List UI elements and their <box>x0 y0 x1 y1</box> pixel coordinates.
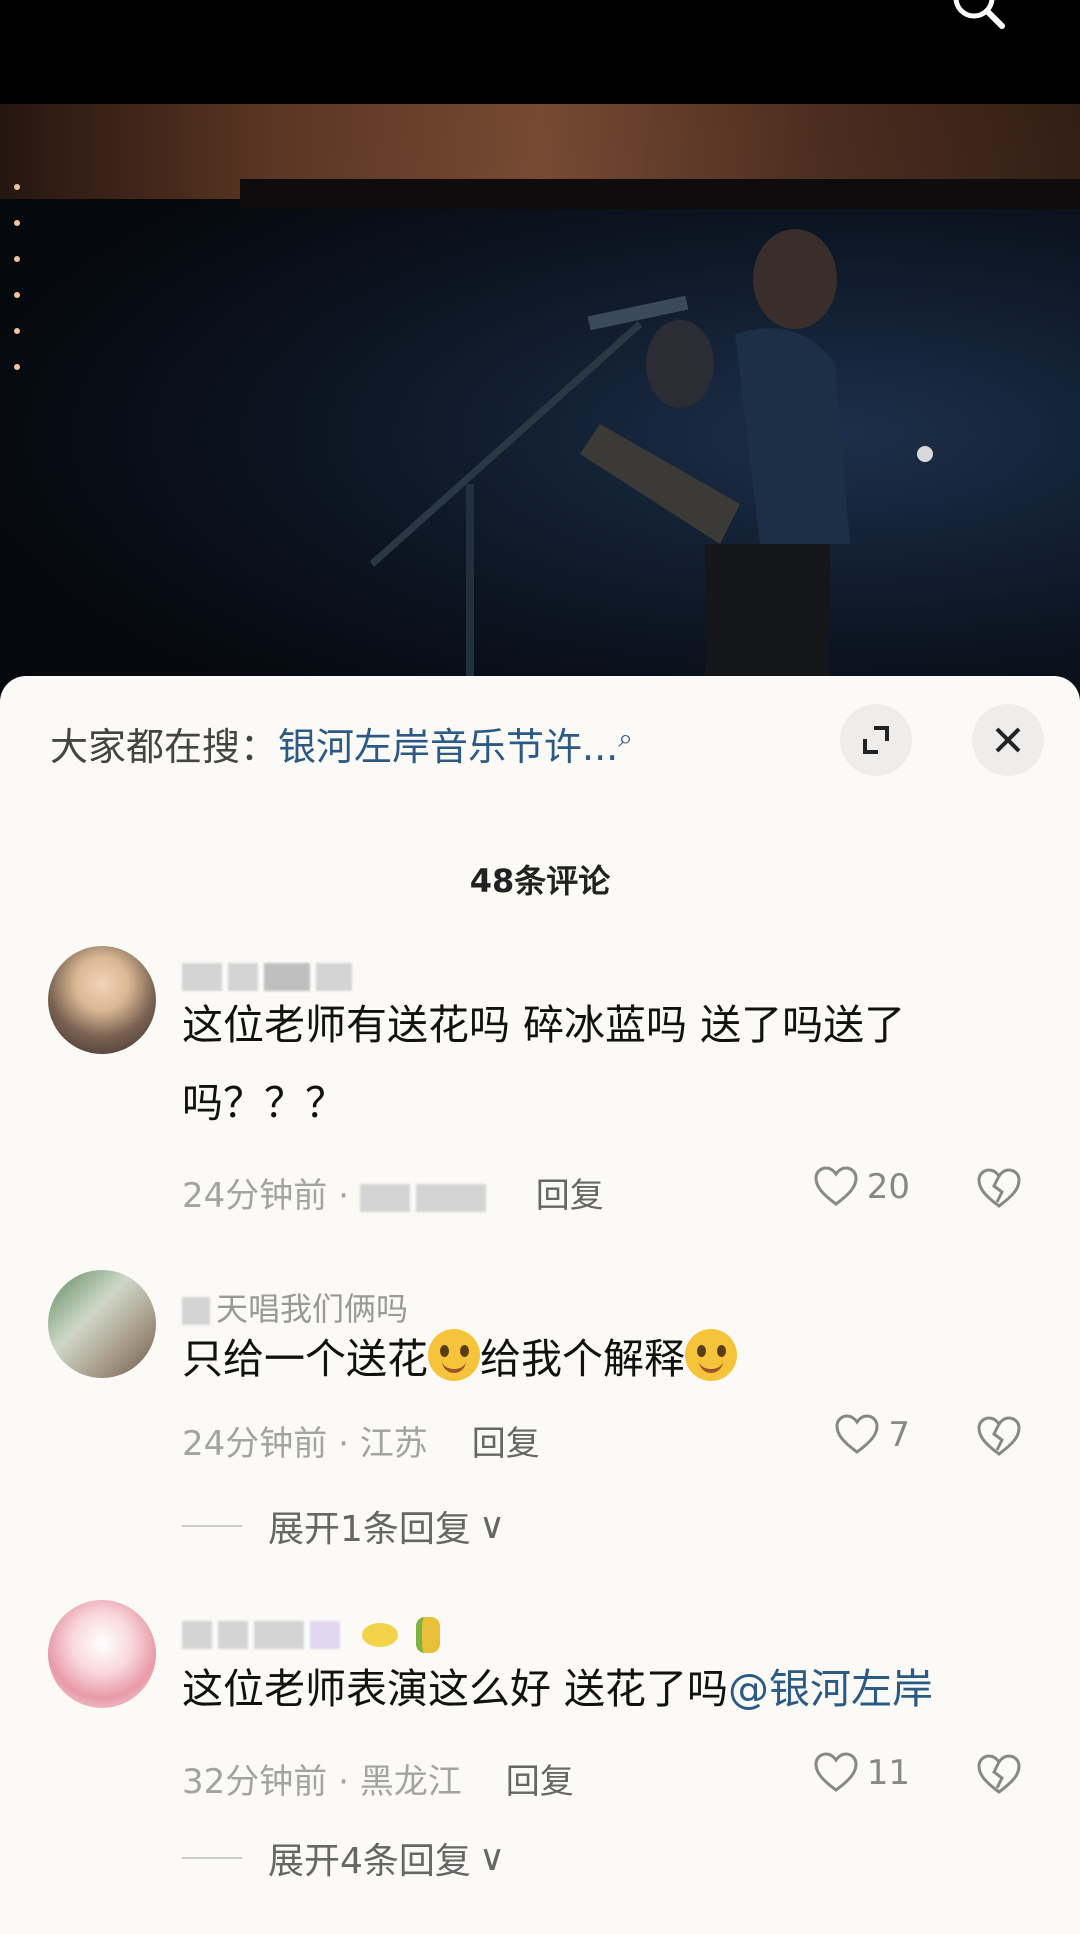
divider-line <box>182 1857 242 1859</box>
expand-replies-button[interactable]: 展开1条回复 ∨ <box>182 1500 505 1552</box>
comment-meta: 24分钟前 · 江苏 回复 <box>182 1424 540 1464</box>
avatar[interactable] <box>48 1600 156 1708</box>
corn-icon <box>416 1617 441 1653</box>
comment-count: 48条评论 <box>469 862 611 900</box>
comment-meta: 32分钟前 · 黑龙江 回复 <box>182 1762 574 1802</box>
chevron-down-icon: ∨ <box>478 1505 506 1547</box>
smile-emoji-icon <box>685 1329 737 1381</box>
expand-replies-label: 展开4条回复 <box>268 1841 471 1882</box>
comment-time: 32分钟前 <box>182 1762 328 1802</box>
broken-heart-icon[interactable] <box>976 1416 1022 1458</box>
like-count: 7 <box>888 1415 910 1455</box>
expand-replies-label: 展开1条回复 <box>268 1509 471 1550</box>
like-count: 20 <box>866 1167 910 1207</box>
reply-button[interactable]: 回复 <box>506 1762 574 1802</box>
comment-text-part2: 给我个解释 <box>480 1335 685 1383</box>
comment-time: 24分钟前 <box>182 1176 328 1216</box>
comment-location: 黑龙江 <box>359 1762 462 1802</box>
avatar[interactable] <box>48 946 156 1054</box>
broken-heart-icon[interactable] <box>976 1754 1022 1796</box>
smile-emoji-icon <box>428 1329 480 1381</box>
comment-text: 这位老师有送花吗 碎冰蓝吗 送了吗送了吗？？？ <box>182 1001 906 1127</box>
heart-icon <box>814 1166 858 1206</box>
close-icon <box>995 727 1021 753</box>
comment-item: 天唱我们俩吗 只给一个送花 给我个解释 24分钟前 · 江苏 回复 7 展开1条回复… <box>0 1270 1080 1550</box>
performer-silhouette <box>369 229 933 704</box>
comment-location: 江苏 <box>359 1424 428 1464</box>
lemon-icon <box>362 1623 399 1647</box>
trending-search-query[interactable]: 银河左岸音乐节许... <box>278 725 618 769</box>
comment-item: 这位老师有送花吗 碎冰蓝吗 送了吗送了吗？？？ 24分钟前 · 回复 20 <box>0 946 1080 1216</box>
comment-sheet: 大家都在搜：银河左岸音乐节许...⌕ 48条评论 这位老师有送花吗 碎冰蓝吗 送… <box>0 676 1080 1934</box>
reply-button[interactable]: 回复 <box>536 1176 604 1216</box>
search-icon[interactable] <box>950 0 1010 38</box>
expand-icon <box>863 726 889 754</box>
top-bar <box>0 0 1080 104</box>
mention-link[interactable]: @银河左岸 <box>728 1665 933 1713</box>
avatar[interactable] <box>48 1270 156 1378</box>
close-button[interactable] <box>972 704 1044 776</box>
comment-time: 24分钟前 <box>182 1424 328 1464</box>
heart-icon <box>814 1752 858 1792</box>
like-button[interactable]: 7 <box>834 1414 910 1456</box>
trending-search-prefix: 大家都在搜： <box>50 725 279 769</box>
like-count: 11 <box>866 1753 910 1793</box>
heart-icon <box>835 1414 879 1454</box>
username-blurred[interactable] <box>182 1614 441 1653</box>
expand-replies-button[interactable]: 展开4条回复 ∨ <box>182 1832 505 1884</box>
broken-heart-icon[interactable] <box>976 1168 1022 1210</box>
like-button[interactable]: 20 <box>813 1166 910 1208</box>
comment-text: 只给一个送花 给我个解释 <box>182 1320 1020 1398</box>
video-player[interactable] <box>0 104 1080 704</box>
like-button[interactable]: 11 <box>813 1752 910 1794</box>
search-small-icon: ⌕ <box>618 723 633 754</box>
comment-meta: 24分钟前 · 回复 <box>182 1176 604 1216</box>
divider-line <box>182 1525 242 1527</box>
expand-button[interactable] <box>840 704 912 776</box>
comment-text: 这位老师表演这么好 送花了吗@银河左岸 <box>182 1650 1020 1728</box>
trending-search[interactable]: 大家都在搜：银河左岸音乐节许...⌕ <box>50 716 633 771</box>
comment-text-body: 这位老师表演这么好 送花了吗 <box>182 1665 729 1713</box>
comment-item: 这位老师表演这么好 送花了吗@银河左岸 32分钟前 · 黑龙江 回复 11 展开4… <box>0 1600 1080 1910</box>
reply-button[interactable]: 回复 <box>472 1424 540 1464</box>
chevron-down-icon: ∨ <box>478 1837 506 1879</box>
comment-text-part1: 只给一个送花 <box>182 1335 428 1383</box>
